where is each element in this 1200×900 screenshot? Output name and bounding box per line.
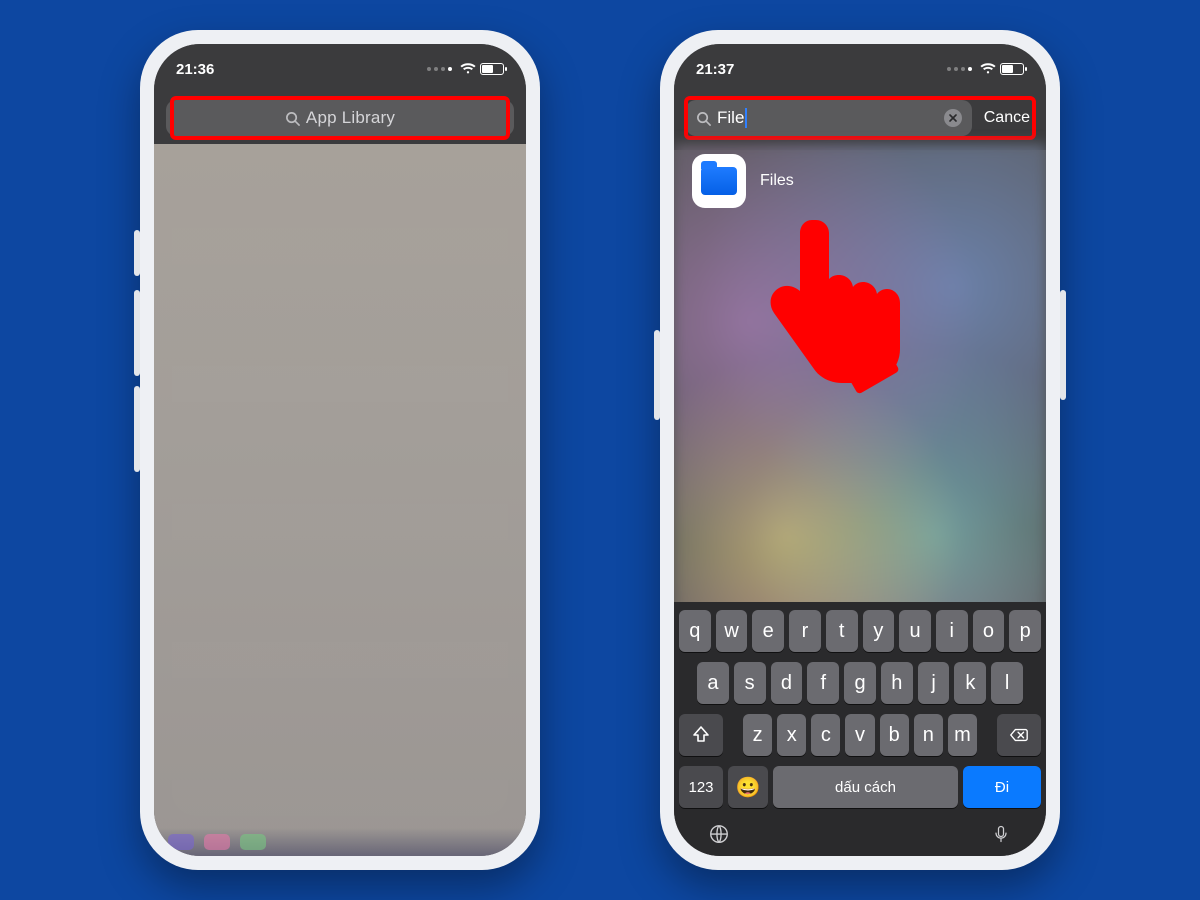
key-q[interactable]: q <box>679 610 711 652</box>
key-v[interactable]: v <box>845 714 874 756</box>
key-emoji[interactable]: 😀 <box>728 766 768 808</box>
wifi-icon <box>460 63 476 75</box>
status-bar: 21:37 <box>674 44 1046 94</box>
phone-mock-left: 21:36 App Library <box>140 30 540 870</box>
key-g[interactable]: g <box>844 662 876 704</box>
key-m[interactable]: m <box>948 714 977 756</box>
key-p[interactable]: p <box>1009 610 1041 652</box>
search-row: File Cance <box>674 94 1046 150</box>
key-x[interactable]: x <box>777 714 806 756</box>
key-space[interactable]: dấu cách <box>773 766 958 808</box>
key-l[interactable]: l <box>991 662 1023 704</box>
search-icon <box>696 111 711 126</box>
key-h[interactable]: h <box>881 662 913 704</box>
key-o[interactable]: o <box>973 610 1005 652</box>
key-b[interactable]: b <box>880 714 909 756</box>
search-result-files[interactable]: Files <box>692 154 1028 208</box>
clear-search-button[interactable] <box>944 109 962 127</box>
search-placeholder: App Library <box>306 108 395 128</box>
search-input-value: File <box>717 108 744 128</box>
emoji-icon: 😀 <box>736 775 761 800</box>
keyboard-row-1: q w e r t y u i o p <box>679 610 1041 652</box>
app-library-grid-blurred <box>154 144 526 856</box>
onscreen-keyboard: q w e r t y u i o p a s d f g h <box>674 602 1046 856</box>
key-w[interactable]: w <box>716 610 748 652</box>
keyboard-row-4: 123 😀 dấu cách Đi <box>679 766 1041 808</box>
close-icon <box>949 114 957 122</box>
screen-right: 21:37 File Cance <box>674 44 1046 856</box>
status-icons <box>427 63 504 75</box>
files-app-icon <box>692 154 746 208</box>
result-app-label: Files <box>760 172 794 190</box>
key-shift[interactable] <box>679 714 723 756</box>
battery-icon <box>1000 63 1024 75</box>
key-k[interactable]: k <box>954 662 986 704</box>
key-y[interactable]: y <box>863 610 895 652</box>
key-a[interactable]: a <box>697 662 729 704</box>
key-go[interactable]: Đi <box>963 766 1041 808</box>
status-time: 21:37 <box>696 61 734 78</box>
key-s[interactable]: s <box>734 662 766 704</box>
wifi-icon <box>980 63 996 75</box>
keyboard-bottom-bar <box>679 818 1041 848</box>
app-library-search[interactable]: App Library <box>166 100 514 136</box>
dock-hint <box>154 828 526 856</box>
key-i[interactable]: i <box>936 610 968 652</box>
annotation-tap-hand-icon <box>754 214 904 394</box>
key-c[interactable]: c <box>811 714 840 756</box>
status-bar: 21:36 <box>154 44 526 94</box>
search-results-area: Files q w e r t y <box>674 144 1046 856</box>
key-d[interactable]: d <box>771 662 803 704</box>
key-j[interactable]: j <box>918 662 950 704</box>
mic-icon[interactable] <box>989 822 1013 846</box>
key-r[interactable]: r <box>789 610 821 652</box>
app-library-search[interactable]: File <box>686 100 972 136</box>
cellular-dots-icon <box>427 67 452 71</box>
search-row: App Library <box>154 94 526 150</box>
globe-icon[interactable] <box>707 822 731 846</box>
cellular-dots-icon <box>947 67 972 71</box>
text-caret <box>745 108 747 128</box>
shift-icon <box>691 725 711 745</box>
battery-icon <box>480 63 504 75</box>
status-time: 21:36 <box>176 61 214 78</box>
key-u[interactable]: u <box>899 610 931 652</box>
key-123[interactable]: 123 <box>679 766 723 808</box>
key-e[interactable]: e <box>752 610 784 652</box>
screen-left: 21:36 App Library <box>154 44 526 856</box>
backspace-icon <box>1009 725 1029 745</box>
keyboard-row-2: a s d f g h j k l <box>679 662 1041 704</box>
folder-icon <box>701 167 737 195</box>
key-backspace[interactable] <box>997 714 1041 756</box>
phone-mock-right: 21:37 File Cance <box>660 30 1060 870</box>
key-f[interactable]: f <box>807 662 839 704</box>
status-icons <box>947 63 1024 75</box>
key-z[interactable]: z <box>743 714 772 756</box>
key-t[interactable]: t <box>826 610 858 652</box>
keyboard-row-3: z x c v b n m <box>679 714 1041 756</box>
cancel-button[interactable]: Cance <box>980 109 1034 127</box>
search-icon <box>285 111 300 126</box>
key-n[interactable]: n <box>914 714 943 756</box>
